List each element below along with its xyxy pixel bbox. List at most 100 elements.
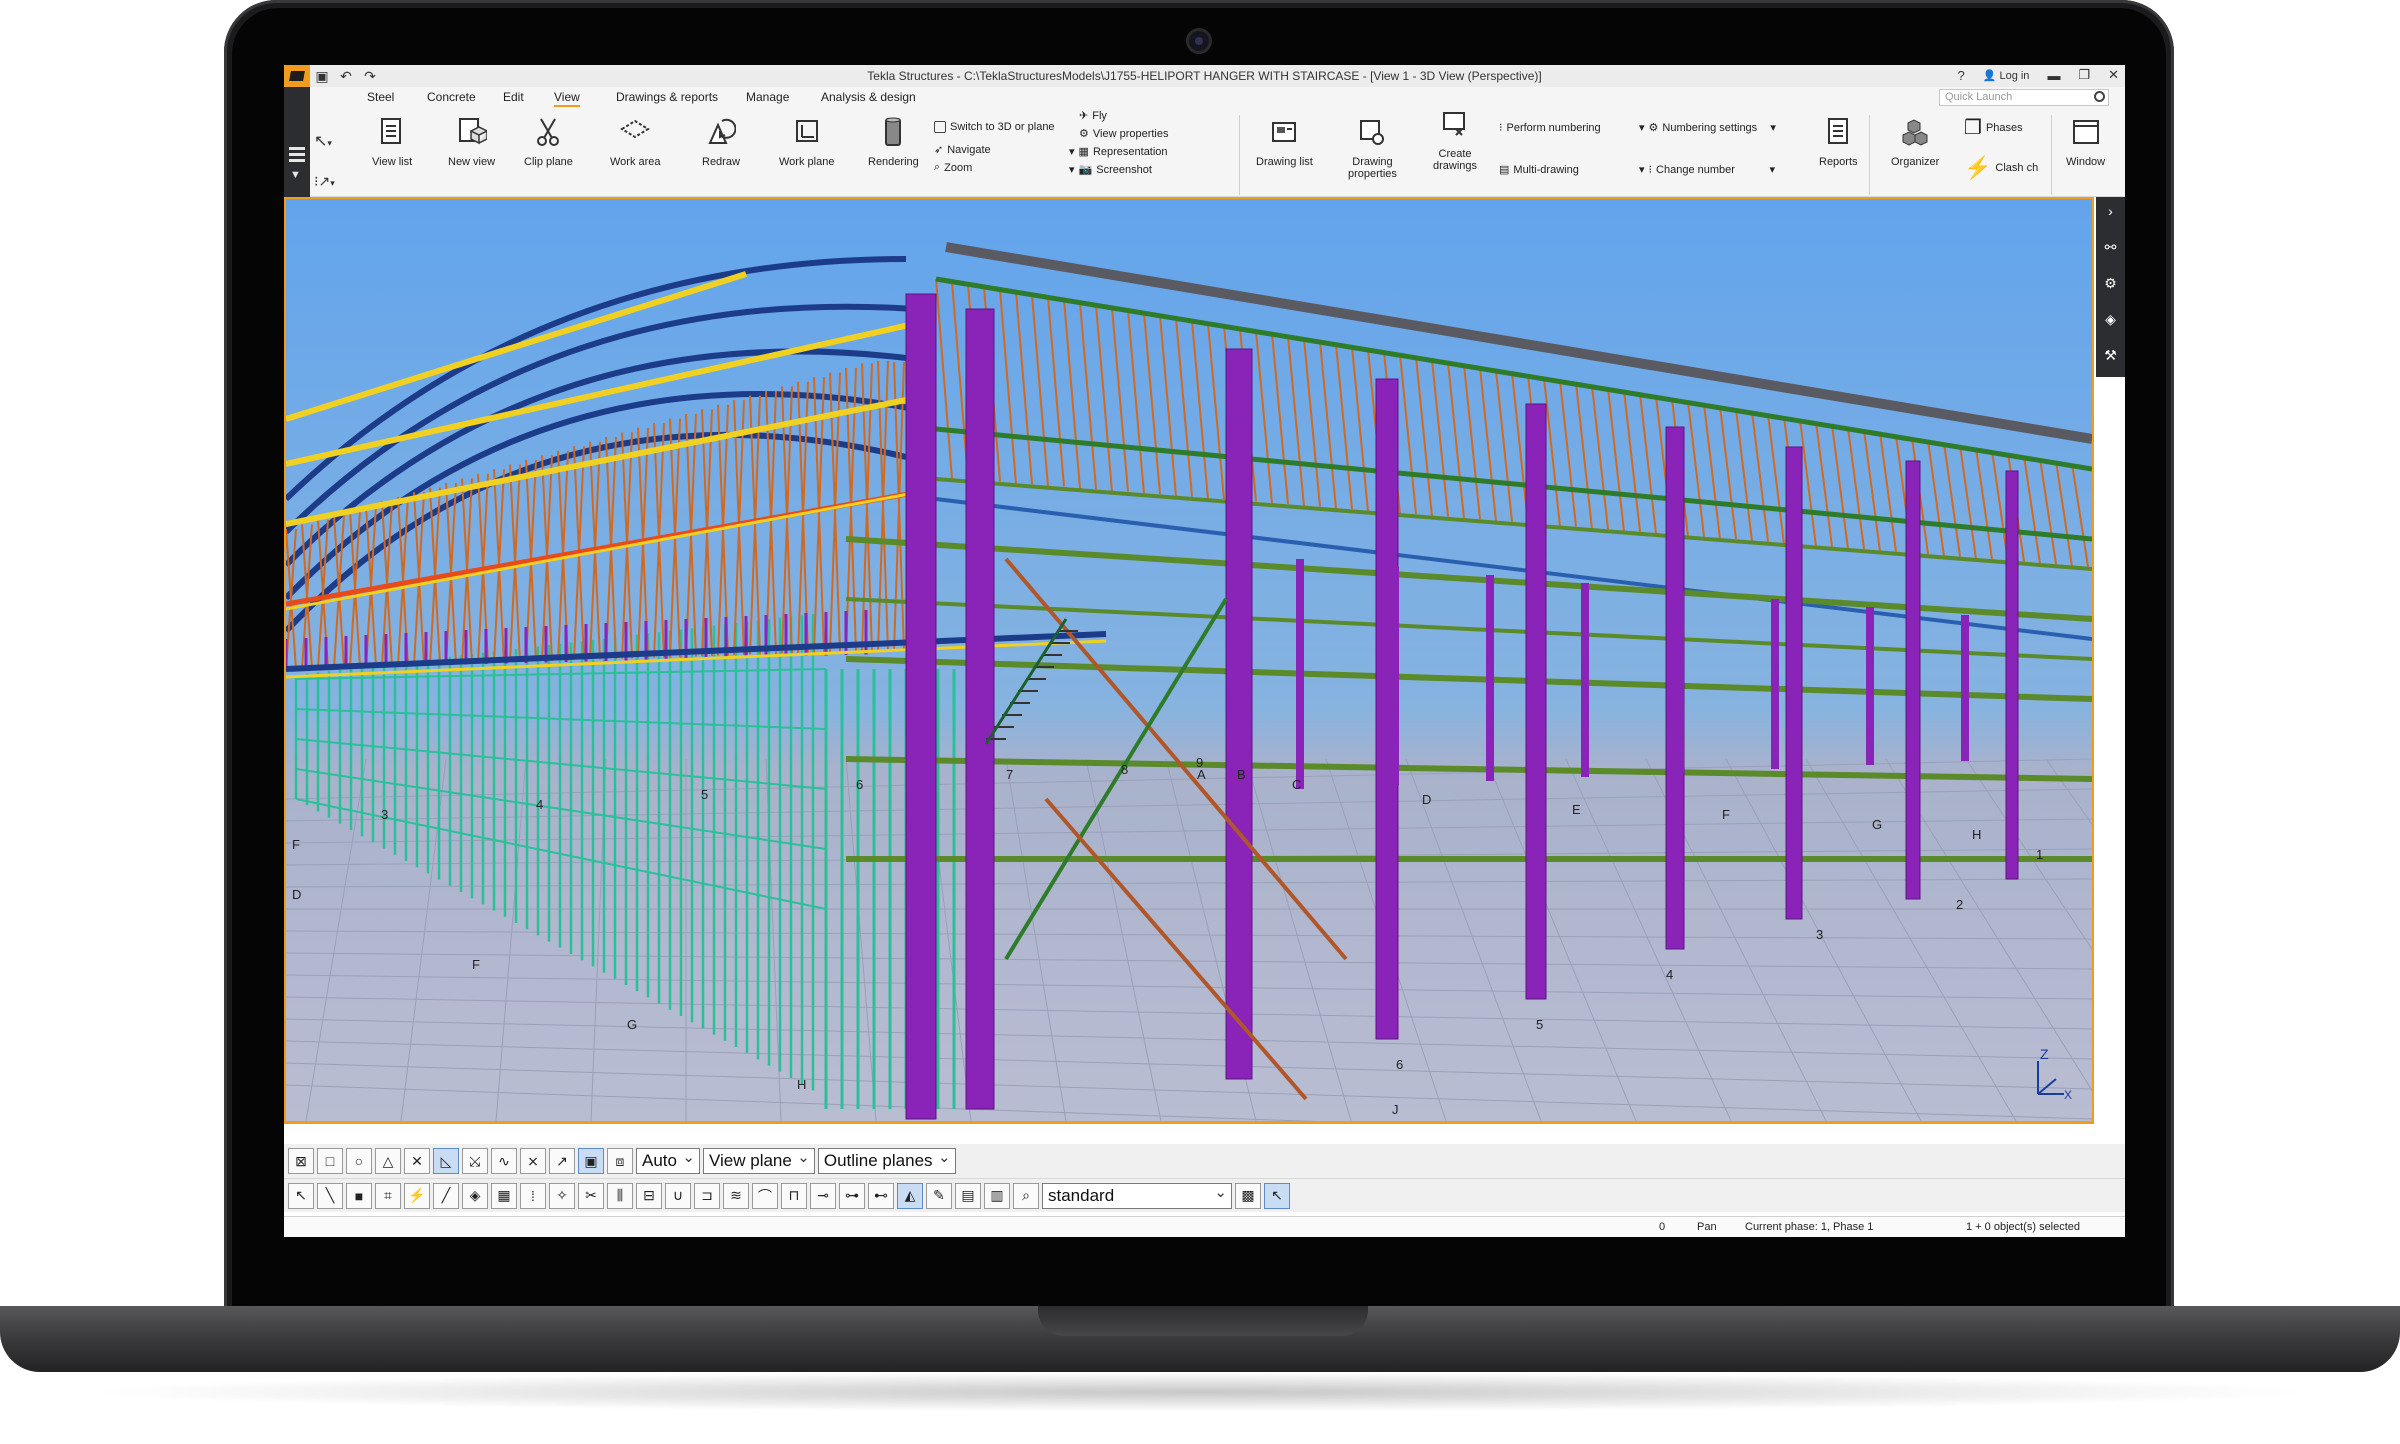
maximize-button[interactable]: ❐ [2078,67,2090,83]
close-button[interactable]: ✕ [2108,67,2119,83]
zoom-button[interactable]: ⌕ Zoom [934,161,972,174]
select-parts-icon[interactable]: □ [317,1148,343,1174]
hangar-3d-model[interactable]: 34567 8 9123456A BCDE FGHJFGHDF Z X [286,199,2092,1121]
expand-chevron-icon[interactable]: › [2102,203,2119,220]
weld-icon[interactable]: ✧ [549,1182,575,1209]
help-button[interactable]: ? [1957,68,1964,83]
select-tool-icon[interactable]: ↖ [1264,1182,1290,1209]
cube-snap-icon[interactable]: ◈ [462,1182,488,1209]
dotted-grid-icon[interactable]: ⁞ [520,1182,546,1209]
grid-view-2-icon[interactable]: ▥ [984,1182,1010,1209]
minimize-button[interactable]: ▬ [2047,68,2060,83]
work-plane-button[interactable]: Work plane [779,115,834,168]
3d-model-viewport[interactable]: 3456789123456ABCDEFGHJFGHDF Z X [284,197,2094,1124]
bracket-icon[interactable]: ⊓ [781,1182,807,1209]
screenshot-button[interactable]: ▾ 📷 Screenshot [1069,163,1152,177]
checker-icon[interactable]: ▩ [1235,1182,1261,1209]
select-circle-icon[interactable]: ○ [346,1148,372,1174]
connection-icon[interactable]: ⊷ [868,1182,894,1209]
view-plane-select[interactable]: View plane [702,1148,815,1174]
standard-select[interactable]: standard [1042,1182,1232,1209]
snap-frame-icon[interactable]: ⧈ [607,1148,633,1174]
tab-steel[interactable]: Steel [367,90,394,104]
grid-letter-label: F [1722,807,1730,822]
phases-button[interactable]: ❐ Phases [1964,115,2023,140]
auto-select[interactable]: Auto [636,1148,700,1174]
surface-icon[interactable]: ◭ [897,1182,923,1209]
select-corner-icon[interactable]: ◺ [433,1148,459,1174]
grid-icon[interactable]: ▦ [491,1182,517,1209]
diagonal-icon[interactable]: ╱ [433,1182,459,1209]
fly-button[interactable]: ✈ Fly [1079,109,1107,123]
drawing-list-button[interactable]: Drawing list [1256,115,1313,168]
align-icon[interactable]: ⫼ [607,1182,633,1209]
representation-button[interactable]: ▾ ▦ Representation [1069,145,1168,159]
switch-3d-plane-button[interactable]: Switch to 3D or plane [934,121,1055,133]
select-wave-icon[interactable]: ∿ [491,1148,517,1174]
tab-manage[interactable]: Manage [746,90,789,104]
pointer-icon[interactable]: ↖ [288,1182,314,1209]
select-all-icon[interactable]: ⊠ [288,1148,314,1174]
bend-icon[interactable]: ∪ [665,1182,691,1209]
tab-edit[interactable]: Edit [503,90,524,104]
link-icon[interactable]: ⚯ [2102,239,2119,256]
perform-numbering-button[interactable]: ⁝ Perform numbering [1499,121,1601,135]
arc-icon[interactable]: ⌒ [752,1182,778,1209]
create-drawings-button[interactable]: Create drawings [1433,107,1477,172]
settings-gear-icon[interactable]: ⚙ [2102,275,2119,292]
tools-icon[interactable]: ⚒ [2102,347,2119,364]
snap-center-icon[interactable]: ▣ [578,1148,604,1174]
hamburger-icon[interactable] [289,147,305,150]
tab-analysis-design[interactable]: Analysis & design [821,90,916,104]
work-plane-icon [795,120,818,142]
grid-snap-icon[interactable]: ⌗ [375,1182,401,1209]
select-x-icon[interactable]: ⨯ [520,1148,546,1174]
layers-icon[interactable]: ≋ [723,1182,749,1209]
drawing-properties-button[interactable]: Drawing properties [1348,115,1397,180]
rendering-button[interactable]: Rendering [868,115,919,168]
back-column [1961,615,1969,761]
tab-concrete[interactable]: Concrete [427,90,476,104]
clip-plane-button[interactable]: Clip plane [524,115,573,168]
tab-drawings-reports[interactable]: Drawings & reports [616,90,718,104]
window-button[interactable]: Window [2066,115,2105,168]
snap-icon[interactable]: ⁝↗▾ [314,173,335,190]
collapse-arrow-icon[interactable]: ▼ [290,169,301,181]
dropdown-arrow-icon: ▾ [1069,146,1075,158]
numbering-settings-button[interactable]: ▾ ⚙ Numbering settings ▾ [1639,121,1776,135]
reports-button[interactable]: Reports [1819,115,1858,168]
work-area-button[interactable]: Work area [610,115,661,168]
filled-square-icon[interactable]: ■ [346,1182,372,1209]
zoom-search-icon[interactable]: ⌕ [1013,1182,1039,1209]
quick-launch-input[interactable]: Quick Launch [1939,89,2109,106]
rebar-icon[interactable]: ⊸ [810,1182,836,1209]
clash-check-button[interactable]: ⚡ Clash ch [1964,155,2038,181]
profile-icon[interactable]: ⊐ [694,1182,720,1209]
redraw-button[interactable]: Redraw [702,115,740,168]
change-number-button[interactable]: ▾ ⁝ Change number ▾ [1639,163,1775,177]
bolt-icon[interactable]: ⚡ [404,1182,430,1209]
select-pointer-icon[interactable]: ⤩ [462,1148,488,1174]
level-icon[interactable]: ⊟ [636,1182,662,1209]
select-arrow-icon[interactable]: ↖▾ [314,131,332,151]
chain-icon[interactable]: ⊶ [839,1182,865,1209]
cut-icon[interactable]: ✂ [578,1182,604,1209]
multi-drawing-button[interactable]: ▤ Multi-drawing [1499,163,1579,177]
grid-letter-label: G [627,1017,637,1032]
select-triangle-icon[interactable]: △ [375,1148,401,1174]
cube-icon[interactable]: ◈ [2102,311,2119,328]
select-arrow-icon[interactable]: ↗ [549,1148,575,1174]
navigate-button[interactable]: ➶ Navigate [934,143,991,157]
new-view-button[interactable]: New view [448,115,495,168]
tab-view[interactable]: View [554,90,580,107]
outline-planes-select[interactable]: Outline planes [817,1148,956,1174]
clash-check-label: Clash ch [1995,162,2039,174]
login-button[interactable]: 👤 Log in [1983,69,2030,82]
line-icon[interactable]: ╲ [317,1182,343,1209]
view-list-button[interactable]: View list [372,115,412,168]
brush-icon[interactable]: ✎ [926,1182,952,1209]
view-properties-button[interactable]: ⚙ View properties [1079,127,1169,141]
organizer-button[interactable]: Organizer [1891,115,1939,168]
grid-view-icon[interactable]: ▤ [955,1182,981,1209]
select-cross-icon[interactable]: ✕ [404,1148,430,1174]
